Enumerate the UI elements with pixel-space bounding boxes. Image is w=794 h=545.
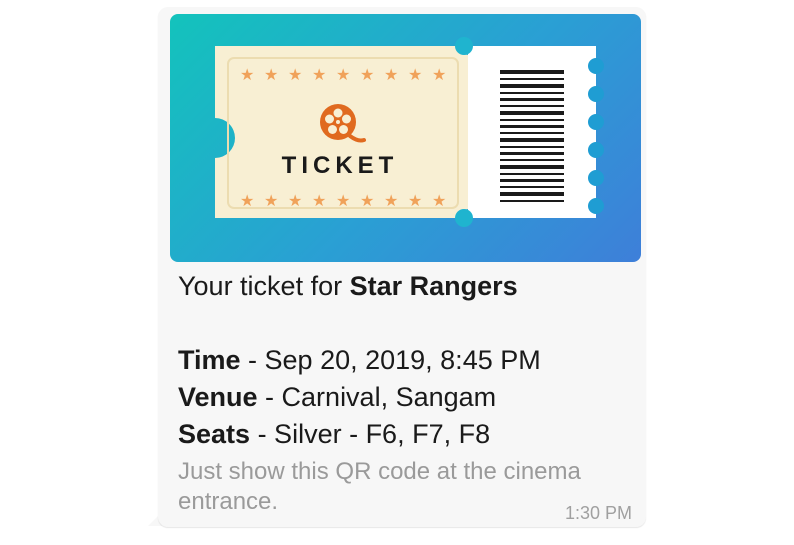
star-icon: ★ ★ ★ ★ ★ ★ ★ ★ ★ <box>240 65 446 84</box>
time-line: Time - Sep 20, 2019, 8:45 PM <box>178 342 638 379</box>
svg-text:★: ★ <box>240 191 254 210</box>
svg-text:★: ★ <box>312 65 326 84</box>
seats-line: Seats - Silver - F6, F7, F8 <box>178 416 638 453</box>
svg-text:★: ★ <box>384 65 398 84</box>
svg-text:★: ★ <box>432 191 446 210</box>
intro-line: Your ticket for Star Rangers <box>178 268 638 305</box>
svg-text:★: ★ <box>264 191 278 210</box>
message-text: Your ticket for Star Rangers Time - Sep … <box>178 268 638 517</box>
svg-text:★: ★ <box>240 65 254 84</box>
venue-line: Venue - Carnival, Sangam <box>178 379 638 416</box>
svg-text:★: ★ <box>360 65 374 84</box>
svg-text:★: ★ <box>336 65 350 84</box>
time-label: Time <box>178 345 241 375</box>
venue-value: - Carnival, Sangam <box>257 382 497 412</box>
ticket-illustration: ★ ★ ★ ★ ★ ★ ★ ★ ★ ★ ★ ★ ★ ★ ★ ★ ★ ★ TICK… <box>215 37 604 227</box>
svg-text:★: ★ <box>312 191 326 210</box>
seats-label: Seats <box>178 419 251 449</box>
svg-text:★: ★ <box>288 65 302 84</box>
svg-text:★: ★ <box>408 65 422 84</box>
svg-text:★: ★ <box>360 191 374 210</box>
venue-label: Venue <box>178 382 258 412</box>
svg-text:★: ★ <box>432 65 446 84</box>
seats-value: - Silver - F6, F7, F8 <box>250 419 491 449</box>
movie-title: Star Rangers <box>349 271 518 301</box>
ticket-word: TICKET <box>282 152 399 179</box>
message-timestamp: 1:30 PM <box>564 503 632 523</box>
svg-text:★: ★ <box>288 191 302 210</box>
star-icon: ★ ★ ★ ★ ★ ★ ★ ★ ★ <box>240 191 446 210</box>
ticket-banner-image[interactable]: ★ ★ ★ ★ ★ ★ ★ ★ ★ ★ ★ ★ ★ ★ ★ ★ ★ ★ TICK… <box>170 14 641 262</box>
svg-text:★: ★ <box>408 191 422 210</box>
svg-text:★: ★ <box>264 65 278 84</box>
svg-text:★: ★ <box>336 191 350 210</box>
svg-text:★: ★ <box>384 191 398 210</box>
time-value: - Sep 20, 2019, 8:45 PM <box>240 345 541 375</box>
intro-prefix: Your ticket for <box>178 271 350 301</box>
